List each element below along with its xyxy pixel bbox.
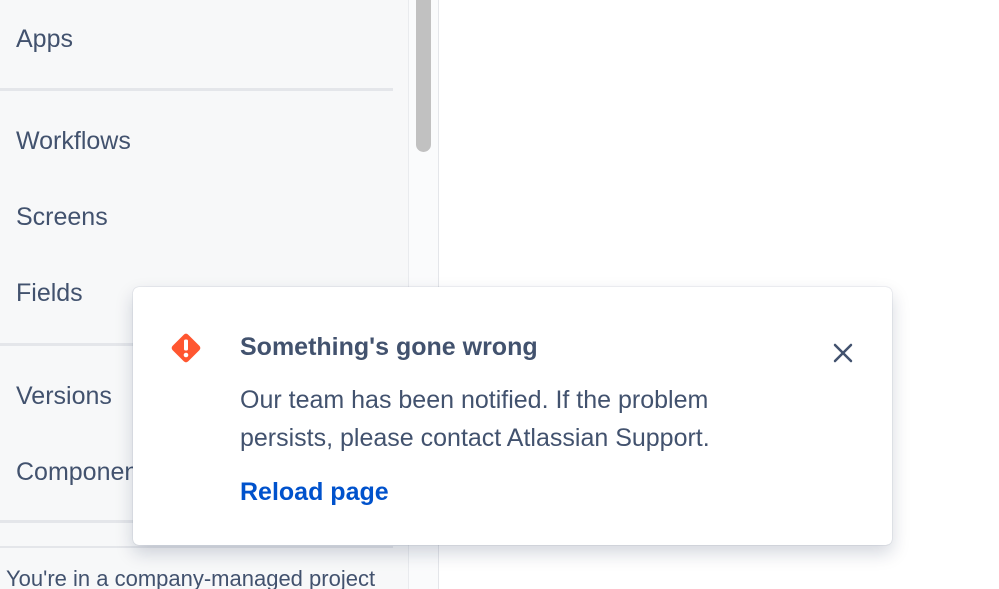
- close-icon: [833, 343, 853, 363]
- flag-title: Something's gone wrong: [240, 333, 538, 361]
- project-type-notice: You're in a company-managed project: [6, 566, 376, 589]
- close-flag-button[interactable]: [827, 337, 859, 369]
- sidebar-divider: [0, 88, 393, 91]
- sidebar-footer-divider: [0, 546, 393, 548]
- error-icon: [171, 333, 201, 363]
- sidebar-item-apps[interactable]: Apps: [16, 24, 73, 54]
- sidebar-item-fields[interactable]: Fields: [16, 278, 83, 308]
- error-flag: Something's gone wrong Our team has been…: [133, 287, 892, 545]
- reload-page-link[interactable]: Reload page: [240, 478, 389, 507]
- sidebar-item-screens[interactable]: Screens: [16, 202, 108, 232]
- sidebar-item-versions[interactable]: Versions: [16, 381, 112, 411]
- flag-description: Our team has been notified. If the probl…: [240, 386, 710, 452]
- sidebar-scrollbar-thumb[interactable]: [416, 0, 431, 152]
- sidebar-item-workflows[interactable]: Workflows: [16, 126, 131, 156]
